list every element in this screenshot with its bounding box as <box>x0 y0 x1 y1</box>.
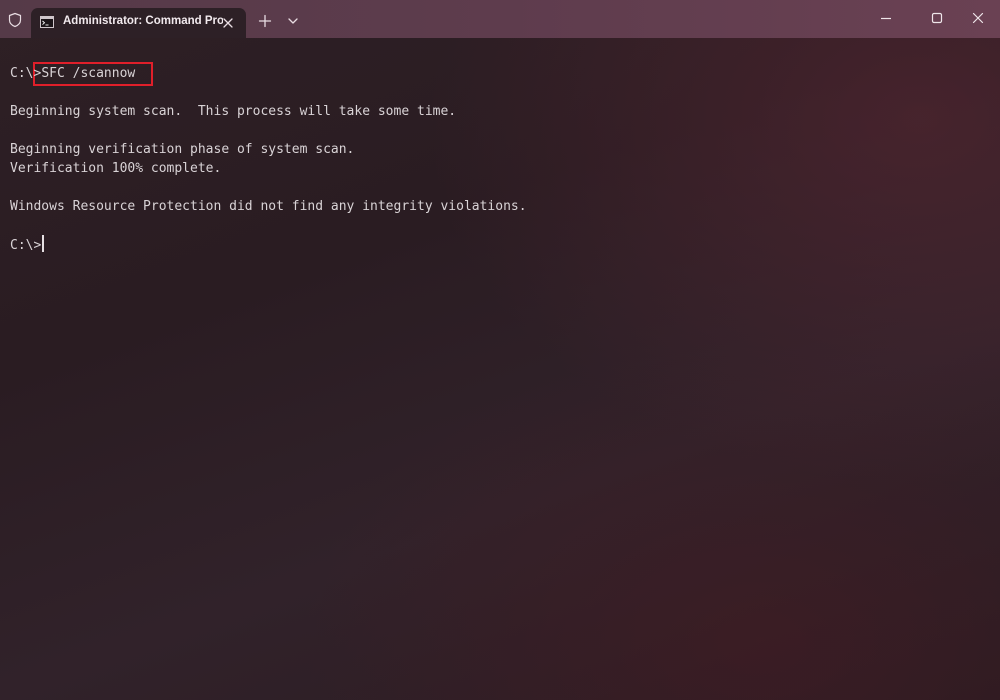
tab-command-prompt[interactable]: Administrator: Command Pro <box>31 8 246 38</box>
prompt: C:\> <box>10 66 42 81</box>
maximize-icon[interactable] <box>929 10 945 26</box>
minimize-icon[interactable] <box>878 10 894 26</box>
output-line: Beginning system scan. This process will… <box>10 104 457 119</box>
output-line: Beginning verification phase of system s… <box>10 142 355 157</box>
terminal-window: Administrator: Command Pro C:\>SFC /scan… <box>0 0 1000 700</box>
shield-icon <box>8 12 22 28</box>
plus-icon[interactable] <box>258 14 272 28</box>
title-bar[interactable]: Administrator: Command Pro <box>0 0 1000 38</box>
terminal-output[interactable]: C:\>SFC /scannow Beginning system scan. … <box>10 64 980 254</box>
chevron-down-icon[interactable] <box>287 16 299 26</box>
close-icon[interactable] <box>220 15 236 31</box>
cmd-icon <box>40 16 54 28</box>
command-text: SFC /scannow <box>41 66 136 81</box>
output-line: Windows Resource Protection did not find… <box>10 199 527 214</box>
input-line[interactable]: C:\> <box>10 235 980 254</box>
tab-title: Administrator: Command Pro <box>63 15 223 27</box>
close-icon[interactable] <box>970 10 986 26</box>
output-line: Verification 100% complete. <box>10 161 222 176</box>
command-line: C:\>SFC /scannow <box>10 64 980 83</box>
text-cursor <box>42 235 45 252</box>
prompt: C:\> <box>10 238 42 253</box>
